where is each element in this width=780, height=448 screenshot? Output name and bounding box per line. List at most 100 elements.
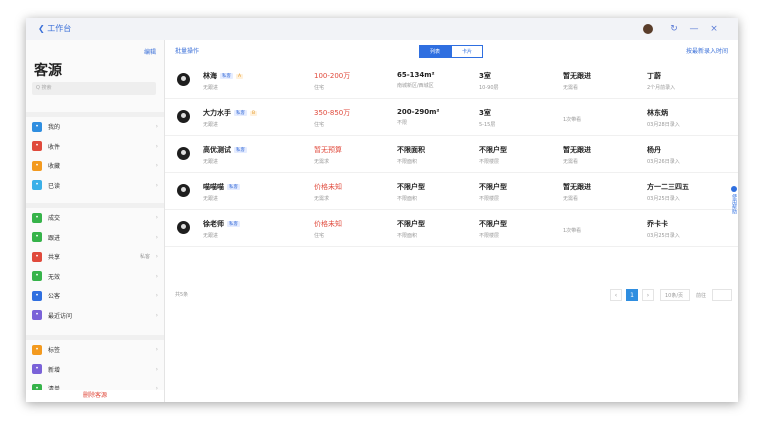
globe-icon: •	[32, 180, 42, 191]
sidebar-item-label: 标签	[48, 347, 61, 355]
sidebar-item-extra: 私客	[139, 254, 150, 261]
sidebar-item-label: 最近访问	[48, 312, 73, 320]
page-number-button[interactable]: 1	[626, 289, 638, 301]
goto-input[interactable]	[712, 289, 732, 301]
user-avatar[interactable]	[643, 24, 653, 34]
sidebar-item[interactable]: • 无效 ›	[26, 267, 164, 287]
refresh-icon[interactable]: ↻	[668, 22, 680, 36]
row-cell-area: 200-290m² 不限	[397, 108, 440, 126]
cell-secondary: 1次带看	[563, 117, 582, 123]
sidebar-item[interactable]: • 已读 ›	[26, 176, 164, 196]
cell-secondary: 住宅	[314, 122, 325, 128]
cell-primary: 暂无预算	[314, 146, 342, 154]
plus-icon: •	[32, 364, 42, 375]
minimize-button[interactable]: —	[688, 22, 700, 36]
delete-link[interactable]: 删除客源	[26, 390, 164, 402]
help-tab[interactable]: 使用帮助	[730, 186, 738, 246]
row-cell-status: 暂无跟进 无需看	[563, 71, 591, 91]
row-cell-area: 不限户型 不限面积	[397, 182, 425, 202]
page-size-select[interactable]: 10条/页	[660, 289, 690, 301]
customer-row[interactable]: 徐老师 私客 无跟进 价格未知 住宅 不限户型 不限面积 不限户型 不限楼层 1次带看 乔卡卡 03月…	[165, 210, 738, 247]
sidebar-item[interactable]: • 共享 私客 ›	[26, 247, 164, 267]
cell-secondary: 无需求	[314, 159, 330, 165]
chevron-left-icon: ❮	[38, 24, 45, 33]
prev-page-button[interactable]: ‹	[610, 289, 622, 301]
sidebar-item-label: 我的	[48, 124, 61, 132]
batch-action-link[interactable]: 批量操作	[175, 46, 199, 55]
customer-list: 林海 私客 A 无跟进 100-200万 住宅 65-134m² 南城新区/西城区 3室 10-9…	[165, 62, 738, 247]
cell-secondary: 1次带看	[563, 228, 582, 234]
cell-secondary: 无跟进	[203, 85, 219, 91]
cell-secondary: 03月25日录入	[647, 233, 680, 239]
chevron-right-icon: ›	[155, 346, 158, 354]
chevron-right-icon: ›	[155, 253, 158, 261]
back-button[interactable]: ❮ 工作台	[38, 23, 71, 34]
cell-primary: 大力水手	[203, 109, 231, 117]
cell-primary: 暂无跟进	[563, 72, 591, 80]
cell-primary: 不限户型	[479, 146, 507, 154]
view-switch: 列表 卡片	[419, 45, 484, 58]
chevron-right-icon: ›	[155, 365, 158, 373]
goto-label: 前往	[696, 293, 707, 299]
cell-primary: 林海	[203, 72, 217, 80]
cell-primary: 高优测试	[203, 146, 231, 154]
close-button[interactable]: ×	[708, 22, 720, 36]
chevron-right-icon: ›	[155, 272, 158, 280]
view-list-tab[interactable]: 列表	[419, 45, 452, 58]
next-page-button[interactable]: ›	[642, 289, 654, 301]
sidebar-group: • 成交 › • 跟进 › • 共享 私客 › • 无效 › • 公客 › • 最近访问 ›	[26, 203, 164, 325]
cell-primary: 价格未知	[314, 220, 342, 228]
row-cell-rooms: 3室 10-90层	[479, 71, 499, 91]
customer-row[interactable]: 喵喵喵 私客 无跟进 价格未知 无需求 不限户型 不限面积 不限户型 不限楼层 暂无跟进 无需看 方一…	[165, 173, 738, 210]
customer-row[interactable]: 林海 私客 A 无跟进 100-200万 住宅 65-134m² 南城新区/西城区 3室 10-9…	[165, 62, 738, 99]
cell-secondary: 无跟进	[203, 159, 219, 165]
cell-primary: 喵喵喵	[203, 183, 224, 191]
cell-secondary: 2个月前录入	[647, 85, 676, 91]
cell-primary: 不限面积	[397, 146, 425, 154]
avatar	[177, 73, 190, 86]
sidebar-item-label: 已读	[48, 182, 61, 190]
sidebar-item-label: 新增	[48, 366, 61, 374]
row-cell-rooms: 不限户型 不限楼层	[479, 145, 507, 165]
cell-secondary: 不限	[397, 120, 408, 126]
cell-secondary: 不限面积	[397, 196, 418, 202]
sidebar-item[interactable]: • 收藏 ›	[26, 156, 164, 176]
sidebar-item[interactable]: • 最近访问 ›	[26, 306, 164, 326]
cell-secondary: 不限楼层	[479, 233, 500, 239]
cell-secondary: 无需看	[563, 196, 579, 202]
cell-secondary: 不限面积	[397, 233, 418, 239]
chevron-right-icon: ›	[155, 162, 158, 170]
sidebar-item[interactable]: • 标签 ›	[26, 340, 164, 360]
view-card-tab[interactable]: 卡片	[451, 45, 484, 58]
sidebar-item[interactable]: • 收件 ›	[26, 137, 164, 157]
edit-link[interactable]: 编辑	[144, 47, 156, 56]
row-cell-name: 大力水手 私客 B 无跟进	[203, 108, 258, 128]
row-cell-agent: 林东炳 03月28日录入	[647, 108, 680, 128]
cell-secondary: 03月28日录入	[647, 122, 680, 128]
sidebar-item[interactable]: • 成交 ›	[26, 208, 164, 228]
chevron-right-icon: ›	[155, 123, 158, 131]
avatar	[177, 147, 190, 160]
status-badge: 私客	[234, 147, 247, 153]
chart-icon: •	[32, 212, 42, 223]
row-cell-price: 暂无预算 无需求	[314, 145, 342, 165]
sidebar-item[interactable]: • 公客 ›	[26, 286, 164, 306]
row-cell-price: 350-850万 住宅	[314, 108, 350, 128]
cell-primary: 价格未知	[314, 183, 342, 191]
customer-row[interactable]: 大力水手 私客 B 无跟进 350-850万 住宅 200-290m² 不限 3室 5-15层 1次…	[165, 99, 738, 136]
row-cell-name: 喵喵喵 私客 无跟进	[203, 182, 240, 202]
sidebar-group: •标签›•新增›•清单›	[26, 335, 164, 399]
cell-secondary: 无跟进	[203, 233, 219, 239]
sidebar-item[interactable]: • 新增 ›	[26, 360, 164, 380]
row-cell-status: 1次带看	[563, 224, 581, 234]
sidebar-item-label: 成交	[48, 215, 61, 223]
cell-primary: 暂无跟进	[563, 146, 591, 154]
row-cell-name: 高优测试 私客无跟进	[203, 145, 247, 165]
cell-secondary: 住宅	[314, 233, 325, 239]
sidebar-item-label: 共享	[48, 254, 61, 262]
sidebar-item[interactable]: • 我的 ›	[26, 117, 164, 137]
search-input[interactable]: Q 搜索	[32, 82, 156, 95]
customer-row[interactable]: 高优测试 私客 无跟进 暂无预算 无需求 不限面积 不限面积 不限户型 不限楼层 暂无跟进 无需看杨…	[165, 136, 738, 173]
sidebar-item[interactable]: • 跟进 ›	[26, 228, 164, 248]
sort-dropdown[interactable]: 按最新录入时间	[686, 46, 728, 55]
